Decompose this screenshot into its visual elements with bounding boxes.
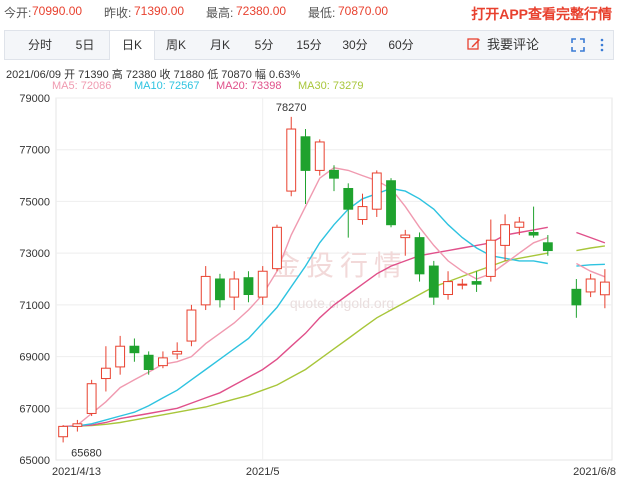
- candle-body: [457, 283, 468, 286]
- candle-body: [200, 275, 211, 306]
- candle-body: [300, 136, 311, 171]
- candle-body: [229, 278, 240, 298]
- y-tick-label: 65000: [19, 455, 50, 467]
- candle-body: [500, 224, 510, 246]
- candle-body: [542, 242, 553, 252]
- candle-body: [514, 221, 525, 228]
- price-annotation: 78270: [276, 102, 307, 114]
- y-tick-label: 75000: [19, 196, 50, 208]
- y-tick-label: 69000: [19, 352, 50, 364]
- candle-body: [343, 188, 354, 210]
- candle-body: [471, 281, 482, 285]
- candle-body: [528, 231, 539, 236]
- candle-body: [100, 367, 111, 380]
- candle-body: [129, 345, 140, 354]
- candle-body: [158, 357, 168, 367]
- y-tick-label: 73000: [19, 248, 50, 260]
- watermark-text: 金投行情: [272, 249, 408, 282]
- candle-body: [215, 278, 225, 301]
- candle-body: [428, 265, 439, 298]
- candle-body: [329, 169, 339, 179]
- candle-body: [414, 237, 425, 275]
- candle-body: [599, 281, 610, 296]
- price-annotation: 65680: [71, 447, 102, 459]
- candle-body: [186, 309, 197, 342]
- candle-body: [243, 277, 254, 296]
- candle-body: [272, 226, 282, 270]
- candle-body: [443, 281, 453, 296]
- candle-body: [386, 180, 396, 226]
- candle-body: [286, 128, 297, 192]
- candle-body: [72, 423, 83, 427]
- y-tick-label: 67000: [19, 403, 50, 415]
- candle-body: [371, 172, 382, 210]
- candle-body: [585, 278, 596, 293]
- x-tick-label: 2021/4/13: [52, 466, 101, 478]
- candle-body: [257, 270, 268, 298]
- x-tick-label: 2021/5: [246, 466, 280, 478]
- candlestick-chart[interactable]: 79000 77000 75000 73000 71000 69000 67000 65000…: [0, 0, 618, 480]
- y-tick-label: 77000: [19, 145, 50, 157]
- watermark-url: quote.cngold.org: [290, 295, 394, 311]
- candle-body: [357, 206, 368, 221]
- candle-body: [571, 288, 582, 306]
- y-tick-label: 79000: [19, 93, 50, 105]
- candle-body: [314, 141, 325, 171]
- y-tick-label: 71000: [19, 300, 50, 312]
- candle-body: [143, 354, 154, 370]
- x-tick-label: 2021/6/8: [573, 466, 616, 478]
- candle-body: [172, 350, 183, 355]
- candle-body: [400, 234, 411, 239]
- candle-body: [58, 425, 69, 438]
- candle-body: [115, 345, 126, 368]
- candle-body: [86, 383, 97, 414]
- candle-body: [485, 239, 496, 277]
